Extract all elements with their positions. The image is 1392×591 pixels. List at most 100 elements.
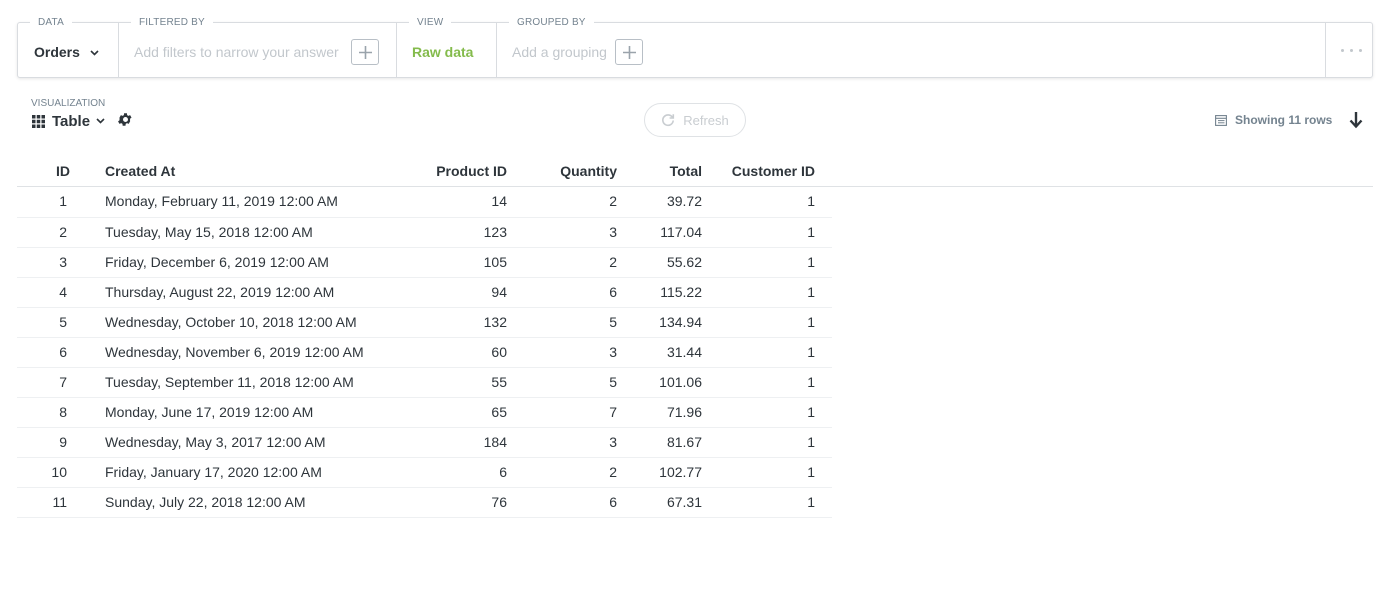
table-grid-icon <box>32 114 45 128</box>
cell-product-id: 65 <box>377 397 507 428</box>
add-filter-button[interactable] <box>351 39 379 65</box>
data-section-label: DATA <box>30 17 72 29</box>
cell-created-at[interactable]: Sunday, July 22, 2018 12:00 AM <box>87 487 377 518</box>
cell-total: 67.31 <box>617 487 702 518</box>
data-source-value: Orders <box>34 44 80 60</box>
view-raw-data[interactable]: Raw data <box>412 43 473 61</box>
cell-created-at[interactable]: Monday, February 11, 2019 12:00 AM <box>87 186 377 218</box>
download-icon[interactable] <box>1349 111 1363 129</box>
add-grouping-button[interactable] <box>615 39 643 65</box>
cell-total: 39.72 <box>617 186 702 218</box>
cell-product-id: 94 <box>377 277 507 308</box>
cell-id[interactable]: 4 <box>17 277 87 308</box>
cell-quantity: 3 <box>507 337 617 368</box>
more-dots-icon <box>1341 49 1362 52</box>
chevron-down-icon <box>96 118 105 124</box>
cell-quantity: 3 <box>507 427 617 458</box>
cell-id[interactable]: 2 <box>17 217 87 248</box>
table-row: 9 Wednesday, May 3, 2017 12:00 AM 184 3 81.6… <box>17 427 832 458</box>
cell-product-id: 76 <box>377 487 507 518</box>
refresh-icon <box>662 114 675 127</box>
cell-created-at[interactable]: Wednesday, October 10, 2018 12:00 AM <box>87 307 377 338</box>
data-section: DATA Orders <box>18 17 115 77</box>
filter-section: FILTERED BY Add filters to narrow your a… <box>119 17 396 77</box>
cell-product-id: 105 <box>377 247 507 278</box>
grouping-placeholder[interactable]: Add a grouping <box>512 43 607 61</box>
results-table: ID Created At Product ID Quantity Total … <box>17 156 832 518</box>
cell-id[interactable]: 3 <box>17 247 87 278</box>
cell-id[interactable]: 9 <box>17 427 87 458</box>
cell-created-at[interactable]: Friday, January 17, 2020 12:00 AM <box>87 457 377 488</box>
cell-created-at[interactable]: Wednesday, November 6, 2019 12:00 AM <box>87 337 377 368</box>
table-row: 7 Tuesday, September 11, 2018 12:00 AM 55 5… <box>17 367 832 398</box>
cell-created-at[interactable]: Friday, December 6, 2019 12:00 AM <box>87 247 377 278</box>
cell-created-at[interactable]: Tuesday, September 11, 2018 12:00 AM <box>87 367 377 398</box>
cell-customer-id: 1 <box>702 247 832 278</box>
cell-total: 101.06 <box>617 367 702 398</box>
cell-total: 81.67 <box>617 427 702 458</box>
visualization-select[interactable]: Table <box>32 112 105 130</box>
chevron-down-icon <box>90 50 99 56</box>
cell-id[interactable]: 11 <box>17 487 87 518</box>
cell-customer-id: 1 <box>702 307 832 338</box>
column-header-product-id[interactable]: Product ID <box>377 156 507 186</box>
cell-quantity: 7 <box>507 397 617 428</box>
column-header-id[interactable]: ID <box>17 156 87 186</box>
table-row: 5 Wednesday, October 10, 2018 12:00 AM 132… <box>17 307 832 338</box>
table-row: 11 Sunday, July 22, 2018 12:00 AM 76 6 67.31… <box>17 487 832 518</box>
column-header-quantity[interactable]: Quantity <box>507 156 617 186</box>
plus-icon <box>623 46 636 59</box>
cell-customer-id: 1 <box>702 337 832 368</box>
cell-created-at[interactable]: Thursday, August 22, 2019 12:00 AM <box>87 277 377 308</box>
cell-product-id: 14 <box>377 186 507 218</box>
cell-quantity: 2 <box>507 186 617 218</box>
list-icon <box>1215 114 1227 126</box>
column-header-customer-id[interactable]: Customer ID <box>702 156 832 186</box>
data-source-select[interactable]: Orders <box>34 43 99 61</box>
cell-quantity: 5 <box>507 307 617 338</box>
table-row: 10 Friday, January 17, 2020 12:00 AM 6 2 102… <box>17 457 832 488</box>
cell-total: 31.44 <box>617 337 702 368</box>
cell-product-id: 132 <box>377 307 507 338</box>
refresh-button[interactable]: Refresh <box>644 103 746 137</box>
table-header-row: ID Created At Product ID Quantity Total … <box>17 156 832 186</box>
filter-section-label: FILTERED BY <box>131 17 213 29</box>
cell-created-at[interactable]: Monday, June 17, 2019 12:00 AM <box>87 397 377 428</box>
cell-customer-id: 1 <box>702 487 832 518</box>
column-header-total[interactable]: Total <box>617 156 702 186</box>
table-row: 4 Thursday, August 22, 2019 12:00 AM 94 6 11… <box>17 277 832 308</box>
cell-id[interactable]: 10 <box>17 457 87 488</box>
cell-total: 71.96 <box>617 397 702 428</box>
cell-id[interactable]: 5 <box>17 307 87 338</box>
cell-customer-id: 1 <box>702 186 832 218</box>
group-section: GROUPED BY Add a grouping <box>497 17 677 77</box>
cell-id[interactable]: 6 <box>17 337 87 368</box>
cell-total: 117.04 <box>617 217 702 248</box>
cell-id[interactable]: 8 <box>17 397 87 428</box>
column-header-created-at[interactable]: Created At <box>87 156 377 186</box>
cell-customer-id: 1 <box>702 277 832 308</box>
cell-product-id: 6 <box>377 457 507 488</box>
cell-product-id: 184 <box>377 427 507 458</box>
cell-total: 55.62 <box>617 247 702 278</box>
cell-created-at[interactable]: Tuesday, May 15, 2018 12:00 AM <box>87 217 377 248</box>
cell-product-id: 60 <box>377 337 507 368</box>
visualization-value: Table <box>52 112 91 130</box>
cell-quantity: 2 <box>507 247 617 278</box>
group-section-label: GROUPED BY <box>509 17 594 29</box>
cell-total: 102.77 <box>617 457 702 488</box>
cell-customer-id: 1 <box>702 427 832 458</box>
table-row: 8 Monday, June 17, 2019 12:00 AM 65 7 71.96 1 <box>17 397 832 428</box>
row-count-text: Showing 11 rows <box>1235 113 1333 127</box>
cell-quantity: 5 <box>507 367 617 398</box>
cell-customer-id: 1 <box>702 217 832 248</box>
cell-customer-id: 1 <box>702 367 832 398</box>
filter-placeholder[interactable]: Add filters to narrow your answer <box>134 43 339 61</box>
cell-total: 134.94 <box>617 307 702 338</box>
plus-icon <box>359 46 372 59</box>
cell-id[interactable]: 1 <box>17 186 87 218</box>
gear-icon[interactable] <box>117 111 134 128</box>
cell-created-at[interactable]: Wednesday, May 3, 2017 12:00 AM <box>87 427 377 458</box>
more-options-button[interactable] <box>1326 23 1372 77</box>
cell-id[interactable]: 7 <box>17 367 87 398</box>
